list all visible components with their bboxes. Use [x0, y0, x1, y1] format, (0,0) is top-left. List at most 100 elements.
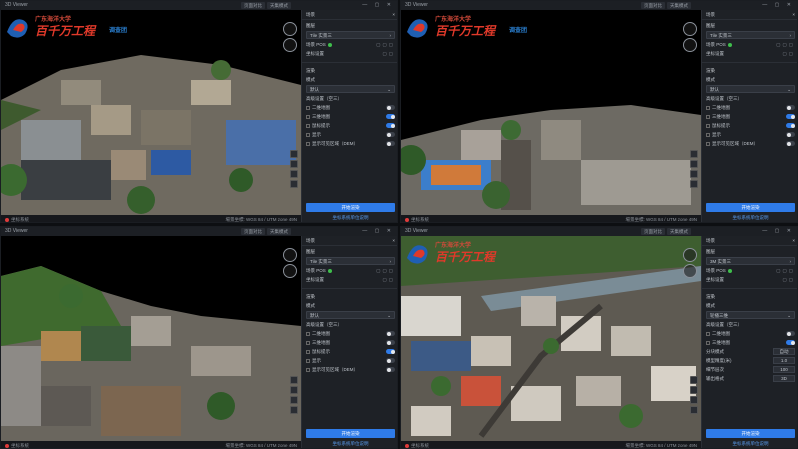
toggle-opt5[interactable] [786, 141, 795, 146]
layer-select[interactable]: Tile 实景三 › [306, 257, 395, 265]
slogan-suffix: 调查团 [109, 28, 128, 34]
3d-viewport[interactable] [1, 236, 301, 441]
pos-tools-icon[interactable]: ▢▢▢ [776, 266, 795, 275]
help-link[interactable]: 坐标系统单位说明 [706, 214, 795, 221]
zoom-out-icon[interactable] [690, 386, 698, 394]
pos-tools-icon[interactable]: ▢▢▢ [376, 40, 395, 49]
field1-label: 分块模式 [706, 349, 724, 354]
window-title: 3D Viewer [405, 2, 428, 8]
home-icon[interactable] [290, 396, 298, 404]
3d-viewport[interactable]: 广东海洋大学 百千万工程 [401, 236, 701, 441]
zoom-out-icon[interactable] [290, 160, 298, 168]
status-ok-icon [327, 42, 332, 47]
toggle-opt3[interactable] [386, 349, 395, 354]
zoom-in-icon[interactable] [290, 150, 298, 158]
title-tab-mode[interactable]: 天集模式 [667, 2, 691, 9]
start-render-button[interactable]: 开始渲染 [306, 203, 395, 212]
unit-tools-icon[interactable]: ▢▢ [782, 275, 795, 284]
layer-select[interactable]: 3M 实景三 › [706, 257, 795, 265]
window-controls[interactable]: — ▢ ✕ [362, 1, 394, 10]
title-tab-compare[interactable]: 页面对比 [241, 228, 265, 235]
pos-tools-icon[interactable]: ▢▢▢ [376, 266, 395, 275]
help-link[interactable]: 坐标系统单位说明 [306, 214, 395, 221]
layers-icon[interactable] [290, 406, 298, 414]
zoom-in-icon[interactable] [290, 376, 298, 384]
mode-select[interactable]: 默认 ⌄ [306, 85, 395, 93]
toggle-opt4[interactable] [786, 132, 795, 137]
pos-tools-icon[interactable]: ▢▢▢ [776, 40, 795, 49]
zoom-in-icon[interactable] [690, 376, 698, 384]
start-render-button[interactable]: 开始渲染 [706, 429, 795, 438]
navigation-icon[interactable] [683, 264, 697, 278]
title-tab-mode[interactable]: 天集模式 [667, 228, 691, 235]
zoom-out-icon[interactable] [690, 160, 698, 168]
3d-viewport[interactable]: 广东海洋大学 百千万工程 调查团 [401, 10, 701, 215]
zoom-out-icon[interactable] [290, 386, 298, 394]
toggle-opt2[interactable] [786, 114, 795, 119]
toggle-opt3[interactable] [786, 123, 795, 128]
toggle-opt1[interactable] [786, 105, 795, 110]
unit-tools-icon[interactable]: ▢▢ [382, 49, 395, 58]
toggle-opt1[interactable] [386, 331, 395, 336]
render-section-title: 渲染 [306, 68, 315, 73]
field3-input[interactable]: 100 [773, 366, 795, 373]
window-controls[interactable]: — ▢ ✕ [362, 227, 394, 236]
window-controls[interactable]: — ▢ ✕ [762, 1, 794, 10]
help-link[interactable]: 坐标系统单位说明 [706, 440, 795, 447]
toggle-opt4[interactable] [386, 358, 395, 363]
unit-tools-icon[interactable]: ▢▢ [382, 275, 395, 284]
start-render-button[interactable]: 开始渲染 [306, 429, 395, 438]
status-bar: 坐标系统 場景坐標: WGS 84 / UTM zone 49N [1, 441, 301, 448]
home-icon[interactable] [690, 396, 698, 404]
navigation-icon[interactable] [683, 38, 697, 52]
compass-icon[interactable] [683, 248, 697, 262]
help-link[interactable]: 坐标系统单位说明 [306, 440, 395, 447]
chevron-down-icon: ⌄ [387, 313, 391, 318]
home-icon[interactable] [290, 170, 298, 178]
close-icon[interactable]: × [792, 10, 795, 19]
close-icon[interactable]: × [792, 236, 795, 245]
layer-select[interactable]: Tile 实景三 › [706, 31, 795, 39]
close-icon[interactable]: × [392, 10, 395, 19]
layers-icon[interactable] [290, 180, 298, 188]
title-tab-compare[interactable]: 页面对比 [641, 2, 665, 9]
toggle-opt3[interactable] [386, 123, 395, 128]
toggle-opt4[interactable] [386, 132, 395, 137]
compass-icon[interactable] [683, 22, 697, 36]
layer-select[interactable]: Tile 实景三 › [306, 31, 395, 39]
pos-label: 场景 POS [306, 42, 326, 47]
close-icon[interactable]: × [392, 236, 395, 245]
toggle-opt2[interactable] [386, 340, 395, 345]
window-controls[interactable]: — ▢ ✕ [762, 227, 794, 236]
toggle-opt2[interactable] [786, 340, 795, 345]
title-tab-compare[interactable]: 页面对比 [641, 228, 665, 235]
layers-icon[interactable] [690, 406, 698, 414]
toggle-opt2[interactable] [386, 114, 395, 119]
home-icon[interactable] [690, 170, 698, 178]
toggle-opt1[interactable] [386, 105, 395, 110]
toggle-opt5[interactable] [386, 367, 395, 372]
navigation-icon[interactable] [283, 38, 297, 52]
status-right: 場景坐標: WGS 84 / UTM zone 49N [225, 217, 297, 222]
3d-viewport[interactable]: 广东海洋大学 百千万工程 调查团 [1, 10, 301, 215]
navigation-icon[interactable] [283, 264, 297, 278]
compass-icon[interactable] [283, 248, 297, 262]
title-tab-mode[interactable]: 天集模式 [267, 228, 291, 235]
unit-tools-icon[interactable]: ▢▢ [782, 49, 795, 58]
toggle-opt5[interactable] [386, 141, 395, 146]
mode-select[interactable]: 轮播三维 ⌄ [706, 311, 795, 319]
title-tab-compare[interactable]: 页面对比 [241, 2, 265, 9]
mode-select[interactable]: 默认 ⌄ [706, 85, 795, 93]
title-bar: 3D Viewer 页面对比 天集模式 — ▢ ✕ [1, 1, 397, 10]
title-tab-mode[interactable]: 天集模式 [267, 2, 291, 9]
zoom-in-icon[interactable] [690, 150, 698, 158]
compass-icon[interactable] [283, 22, 297, 36]
toggle-opt1[interactable] [786, 331, 795, 336]
field4-select[interactable]: 3D [773, 375, 795, 382]
field1-select[interactable]: 自动 [773, 348, 795, 355]
mode-select[interactable]: 默认 ⌄ [306, 311, 395, 319]
chevron-down-icon: ⌄ [787, 313, 791, 318]
start-render-button[interactable]: 开始渲染 [706, 203, 795, 212]
layers-icon[interactable] [690, 180, 698, 188]
field2-input[interactable]: 1.0 [773, 357, 795, 364]
